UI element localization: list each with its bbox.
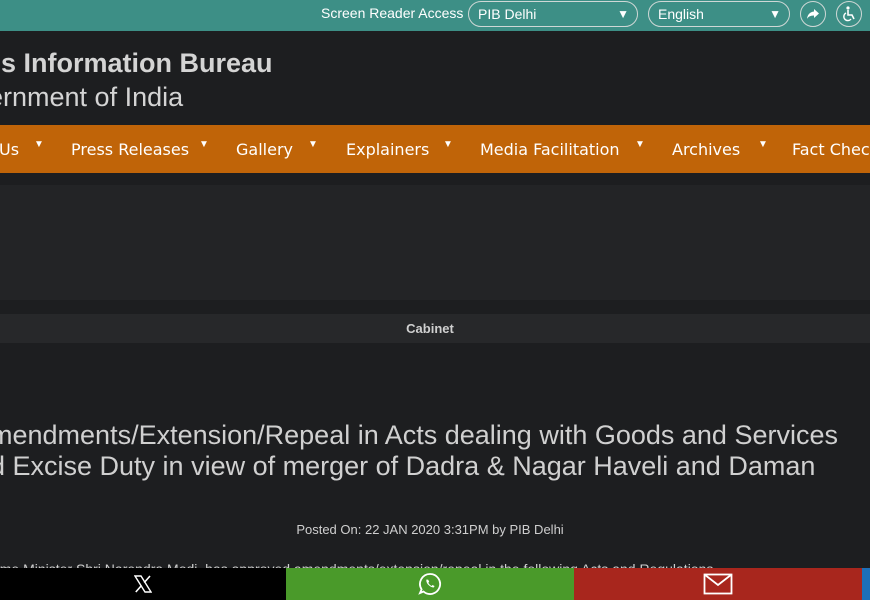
nav-item-archives[interactable]: Archives: [672, 140, 740, 159]
top-utility-bar: Screen Reader Access PIB Delhi ▼ English…: [0, 0, 870, 31]
chevron-down-icon: ▼: [199, 139, 209, 150]
wheelchair-icon: [843, 6, 855, 22]
share-arrow-icon: [807, 9, 819, 19]
mail-icon: [703, 573, 733, 595]
chevron-down-icon: ▼: [617, 7, 629, 21]
language-select[interactable]: English ▼: [648, 1, 790, 27]
language-select-value: English: [658, 6, 704, 22]
chevron-down-icon: ▼: [635, 139, 645, 150]
region-select-value: PIB Delhi: [478, 6, 537, 22]
nav-item-fact-check[interactable]: Fact Check: [792, 140, 870, 159]
chevron-down-icon: ▼: [308, 139, 318, 150]
chevron-down-icon: ▼: [443, 139, 453, 150]
share-more-button[interactable]: [862, 568, 870, 600]
category-label: Cabinet: [406, 321, 454, 336]
share-x-button[interactable]: [0, 568, 286, 600]
share-bar: [0, 568, 870, 600]
site-header: ss Information Bureau ernment of India: [0, 31, 870, 125]
site-title[interactable]: ss Information Bureau: [0, 48, 273, 79]
main-navigation: Us ▼ Press Releases ▼ Gallery ▼ Explaine…: [0, 125, 870, 173]
chevron-down-icon: ▼: [758, 139, 768, 150]
accessibility-button[interactable]: [836, 1, 862, 27]
article-title: mendments/Extension/Repeal in Acts deali…: [0, 420, 870, 482]
nav-item-media-facilitation[interactable]: Media Facilitation: [480, 140, 620, 159]
chevron-down-icon: ▼: [769, 7, 781, 21]
nav-item-gallery[interactable]: Gallery: [236, 140, 293, 159]
category-bar: Cabinet: [0, 314, 870, 343]
article-title-line-1: mendments/Extension/Repeal in Acts deali…: [0, 420, 838, 450]
chevron-down-icon: ▼: [34, 139, 44, 150]
share-button[interactable]: [800, 1, 826, 27]
nav-item-explainers[interactable]: Explainers: [346, 140, 429, 159]
banner-area: [0, 185, 870, 300]
share-mail-button[interactable]: [574, 568, 862, 600]
site-subtitle: ernment of India: [0, 82, 184, 112]
region-select[interactable]: PIB Delhi ▼: [468, 1, 638, 27]
nav-item-press-releases[interactable]: Press Releases: [71, 140, 189, 159]
article-title-line-2: d Excise Duty in view of merger of Dadra…: [0, 451, 816, 481]
nav-item-about-us[interactable]: Us: [0, 140, 19, 159]
screen-reader-access-link[interactable]: Screen Reader Access: [321, 5, 463, 21]
share-whatsapp-button[interactable]: [286, 568, 574, 600]
posted-on: Posted On: 22 JAN 2020 3:31PM by PIB Del…: [296, 522, 564, 537]
whatsapp-icon: [418, 573, 442, 595]
x-icon: [134, 575, 152, 593]
